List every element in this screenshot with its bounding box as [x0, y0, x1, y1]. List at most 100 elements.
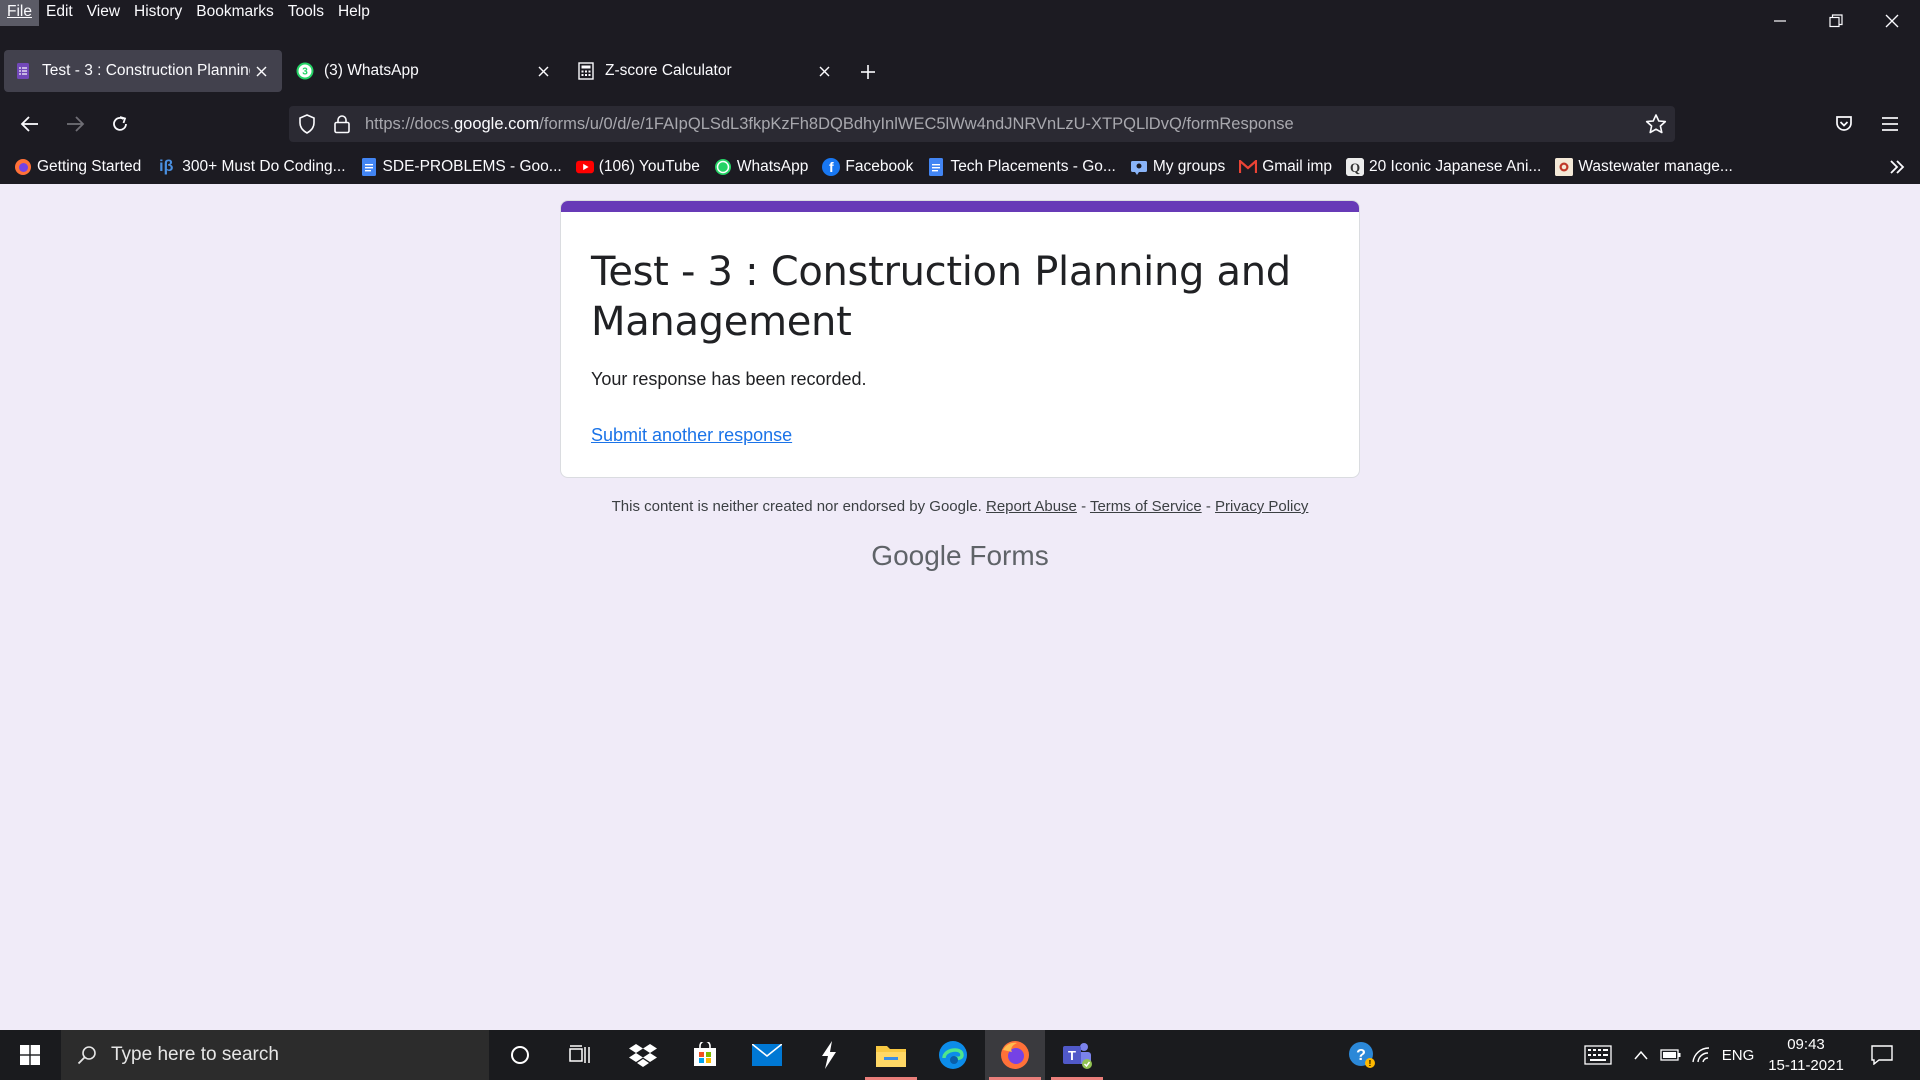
windows-logo-icon	[20, 1045, 40, 1065]
menu-help[interactable]: Help	[331, 0, 377, 26]
close-icon	[819, 66, 829, 76]
bookmark-youtube[interactable]: (106) YouTube	[575, 158, 700, 176]
bookmark-must-do-coding[interactable]: iβ 300+ Must Do Coding...	[155, 158, 345, 176]
microsoft-store-app[interactable]	[675, 1030, 735, 1080]
input-language-indicator[interactable]: ENG	[1718, 1030, 1758, 1080]
taskbar-clock[interactable]: 09:43 15-11-2021	[1762, 1034, 1850, 1076]
cortana-button[interactable]	[490, 1030, 550, 1080]
minimize-button[interactable]	[1752, 0, 1808, 42]
menu-file[interactable]: File	[0, 0, 39, 26]
show-hidden-icons-button[interactable]	[1628, 1030, 1654, 1080]
teams-app[interactable]: T	[1047, 1030, 1107, 1080]
new-tab-button[interactable]	[856, 60, 880, 84]
google-forms-icon	[14, 62, 32, 80]
report-abuse-link[interactable]: Report Abuse	[986, 498, 1077, 515]
svg-text:T: T	[1068, 1048, 1076, 1063]
google-docs-icon	[360, 158, 378, 176]
bookmark-my-groups[interactable]: My groups	[1130, 158, 1225, 176]
tab-close-button[interactable]	[813, 60, 835, 82]
folder-icon	[876, 1046, 906, 1067]
bookmark-star-icon[interactable]	[1645, 113, 1667, 140]
restore-button[interactable]	[1808, 0, 1864, 42]
language-label: ENG	[1721, 1046, 1755, 1064]
dropbox-icon	[629, 1044, 657, 1067]
tab-strip: Test - 3 : Construction Planning and Man…	[0, 46, 1920, 96]
arrow-left-icon	[20, 116, 38, 132]
forward-button[interactable]	[57, 106, 93, 142]
mail-app[interactable]	[737, 1030, 797, 1080]
bookmark-tech-placements[interactable]: Tech Placements - Go...	[927, 158, 1116, 176]
start-button[interactable]	[0, 1030, 60, 1080]
menu-tools[interactable]: Tools	[281, 0, 331, 26]
help-tray-button[interactable]: ?!	[1340, 1030, 1384, 1080]
bookmark-japanese-anime[interactable]: Q 20 Iconic Japanese Ani...	[1345, 158, 1541, 176]
menu-bookmarks[interactable]: Bookmarks	[189, 0, 281, 26]
network-indicator[interactable]	[1688, 1030, 1714, 1080]
bookmarks-toolbar: Getting Started iβ 300+ Must Do Coding..…	[0, 150, 1920, 184]
shield-icon[interactable]	[297, 114, 317, 139]
reload-button[interactable]	[102, 106, 138, 142]
app-menu-button[interactable]	[1872, 106, 1908, 142]
action-center-button[interactable]	[1862, 1030, 1902, 1080]
taskbar-search-box[interactable]: Type here to search	[61, 1030, 489, 1080]
pocket-button[interactable]	[1826, 106, 1862, 142]
firefox-icon	[14, 158, 32, 176]
battery-indicator[interactable]	[1658, 1030, 1684, 1080]
bookmarks-overflow-button[interactable]	[1888, 158, 1906, 181]
bookmark-wastewater[interactable]: Wastewater manage...	[1555, 158, 1733, 176]
restore-icon	[1829, 14, 1843, 28]
google-forms-logo[interactable]: Google Forms	[560, 540, 1360, 572]
lightning-icon	[822, 1041, 836, 1069]
tab-google-forms[interactable]: Test - 3 : Construction Planning and Man…	[4, 50, 282, 92]
bookmark-facebook[interactable]: f Facebook	[822, 158, 913, 176]
menu-view[interactable]: View	[80, 0, 127, 26]
bookmark-sde-problems[interactable]: SDE-PROBLEMS - Goo...	[360, 158, 562, 176]
facebook-icon: f	[822, 158, 841, 176]
teams-icon: T	[1063, 1043, 1092, 1069]
clock-date: 15-11-2021	[1768, 1057, 1844, 1074]
separator: -	[1201, 498, 1216, 515]
bookmark-whatsapp[interactable]: WhatsApp	[714, 158, 808, 176]
document-icon	[1555, 158, 1574, 176]
back-button[interactable]	[12, 106, 48, 142]
menu-history[interactable]: History	[127, 0, 189, 26]
tab-close-button[interactable]	[250, 60, 272, 82]
gmail-icon	[1239, 158, 1258, 176]
separator: -	[1076, 498, 1090, 515]
svg-text:Q: Q	[1350, 160, 1360, 175]
tab-whatsapp[interactable]: 3 (3) WhatsApp	[286, 50, 564, 92]
browser-chrome: File Edit View History Bookmarks Tools H…	[0, 0, 1920, 184]
edge-app[interactable]	[923, 1030, 983, 1080]
chevron-double-right-icon	[1890, 160, 1905, 174]
disclaimer-text: This content is neither created nor endo…	[611, 498, 982, 515]
edge-icon	[939, 1041, 967, 1069]
reload-icon	[113, 116, 127, 131]
svg-text:!: !	[1369, 1059, 1372, 1068]
touch-keyboard-button[interactable]	[1578, 1030, 1618, 1080]
sublime-app[interactable]	[799, 1030, 859, 1080]
firefox-app[interactable]	[985, 1030, 1045, 1080]
url-text[interactable]: https://docs.google.com/forms/u/0/d/e/1F…	[365, 106, 1294, 142]
terms-of-service-link[interactable]: Terms of Service	[1090, 498, 1202, 515]
search-icon	[77, 1046, 96, 1065]
menu-edit[interactable]: Edit	[39, 0, 80, 26]
bookmark-getting-started[interactable]: Getting Started	[14, 158, 141, 176]
task-view-icon	[569, 1045, 590, 1063]
tab-close-button[interactable]	[532, 60, 554, 82]
pocket-icon	[1836, 116, 1852, 131]
window-controls	[1752, 0, 1920, 42]
submit-another-response-link[interactable]: Submit another response	[591, 425, 792, 446]
tab-zscore-calculator[interactable]: Z-score Calculator	[567, 50, 845, 92]
dropbox-app[interactable]	[613, 1030, 673, 1080]
lock-icon[interactable]	[333, 114, 351, 139]
bookmark-gmail-imp[interactable]: Gmail imp	[1239, 158, 1332, 176]
menu-bar: File Edit View History Bookmarks Tools H…	[0, 0, 1920, 26]
url-bar[interactable]: https://docs.google.com/forms/u/0/d/e/1F…	[289, 106, 1675, 142]
privacy-policy-link[interactable]: Privacy Policy	[1215, 498, 1308, 515]
bookmark-label: (106) YouTube	[598, 158, 700, 175]
task-view-button[interactable]	[550, 1030, 610, 1080]
keyboard-icon	[1584, 1045, 1612, 1065]
file-explorer-app[interactable]	[861, 1030, 921, 1080]
close-icon	[1885, 14, 1899, 28]
close-window-button[interactable]	[1864, 0, 1920, 42]
